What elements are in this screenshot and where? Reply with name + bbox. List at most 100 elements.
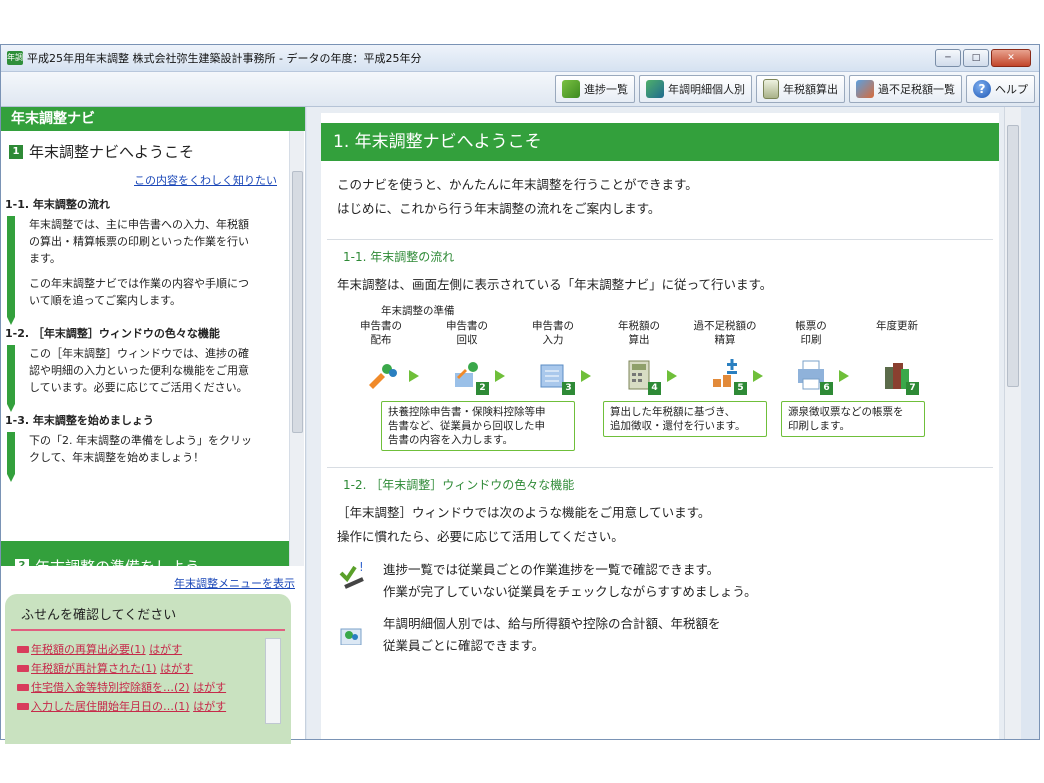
printer-icon: 6: [795, 359, 833, 395]
peel-off-link[interactable]: はがす: [193, 697, 226, 716]
window-controls: ─ □ ✕: [935, 49, 1031, 67]
step-number-badge: 4: [648, 382, 661, 395]
intro-text: このナビを使うと、かんたんに年末調整を行うことができます。: [337, 177, 698, 192]
features-intro: ［年末調整］ウィンドウでは次のような機能をご用意しています。: [337, 505, 711, 520]
sticky-notes-list: 年税額の再算出必要(1) はがす 年税額が再計算された(1) はがす 住宅借入金…: [17, 640, 261, 716]
features-list: ! 進捗一覧では従業員ごとの作業進捗を一覧で確認できます。 作業が完了していない…: [321, 559, 999, 657]
learn-more-link[interactable]: この内容をくわしく知りたい: [1, 172, 289, 188]
show-menu-link[interactable]: 年末調整メニューを表示: [174, 575, 295, 591]
subsection-1-3-body: 下の「2. 年末調整の準備をしよう」をクリックして、年末調整を始めましょう！: [1, 432, 289, 482]
sticky-note-link[interactable]: 年税額の再算出必要(1): [31, 640, 146, 659]
subsection-1-1-title[interactable]: 1-1. 年末調整の流れ: [1, 196, 289, 212]
subsection-text: 下の「2. 年末調整の準備をしよう」をクリックして、年末調整を始めましょう！: [29, 434, 252, 464]
step-label: 申告書の 回収: [446, 320, 488, 346]
minimize-button[interactable]: ─: [935, 49, 961, 67]
content-page: 1. 年末調整ナビへようこそ このナビを使うと、かんたんに年末調整を行うことがで…: [321, 113, 999, 739]
distribute-form-icon: [365, 359, 399, 391]
intro-text: はじめに、これから行う年末調整の流れをご案内します。: [337, 201, 661, 216]
feature-progress: ! 進捗一覧では従業員ごとの作業進捗を一覧で確認できます。 作業が完了していない…: [337, 559, 999, 603]
section-number-badge: 1: [9, 144, 23, 159]
feature-text: 年調明細個人別では、給与所得額や控除の合計額、年税額を: [383, 616, 721, 631]
flow-heading: 1-1. 年末調整の流れ: [327, 239, 993, 265]
subsection-text: 年末調整では、主に申告書への入力、年税額の算出・精算帳票の印刷といった作業を行い…: [29, 218, 249, 265]
individual-details-label: 年調明細個人別: [668, 83, 745, 96]
people-icon: [340, 628, 362, 645]
step-label: 過不足税額の 精算: [693, 320, 757, 346]
green-progress-bar: [7, 432, 15, 482]
body-area: 年末調整ナビ 1 年末調整ナビへようこそ この内容をくわしく知りたい 1-1. …: [1, 107, 1039, 744]
navi-sidebar: 年末調整ナビ 1 年末調整ナビへようこそ この内容をくわしく知りたい 1-1. …: [1, 107, 306, 744]
step-label: 帳票の 印刷: [795, 320, 827, 346]
progress-list-label: 進捗一覧: [584, 83, 628, 96]
help-label: ヘルプ: [995, 83, 1028, 96]
step-number-badge: 5: [734, 382, 747, 395]
subsection-1-2-body: この［年末調整］ウィンドウでは、進捗の確認や明細の入力といった便利な機能をご用意…: [1, 345, 289, 412]
main-scrollbar[interactable]: [1004, 107, 1021, 739]
subsection-1-3-title[interactable]: 1-3. 年末調整を始めましょう: [1, 412, 289, 428]
step-number-badge: 7: [906, 382, 919, 395]
sticky-notes-panel: ふせんを確認してください 年税額の再算出必要(1) はがす 年税額が再計算された…: [5, 594, 291, 744]
sidebar-scrollbar[interactable]: [289, 131, 304, 566]
subsection-1-2-title[interactable]: 1-2. ［年末調整］ウィンドウの色々な機能: [1, 325, 289, 341]
section1-title-text: 年末調整ナビへようこそ: [29, 143, 195, 161]
sticky-tag-icon: [17, 646, 29, 653]
tax-calc-button[interactable]: 年税額算出: [756, 75, 845, 103]
app-window: 年調 平成25年用年末調整 株式会社弥生建築設計事務所 - データの年度：平成2…: [0, 44, 1040, 744]
calculator-icon: [763, 79, 779, 99]
coins-icon: [856, 80, 874, 98]
feature-text: 作業が完了していない従業員をチェックしながらすすめましょう。: [383, 584, 757, 599]
sticky-note-link[interactable]: 住宅借入金等特別控除額を…(2): [31, 678, 190, 697]
section1-title[interactable]: 1 年末調整ナビへようこそ: [1, 131, 289, 162]
app-icon: 年調: [7, 51, 23, 65]
title-bar: 年調 平成25年用年末調整 株式会社弥生建築設計事務所 - データの年度：平成2…: [1, 45, 1039, 72]
peel-off-link[interactable]: はがす: [160, 659, 193, 678]
sticky-note-item: 年税額が再計算された(1) はがす: [17, 659, 261, 678]
tax-difference-list-button[interactable]: 過不足税額一覧: [849, 75, 962, 103]
input-form-icon: 3: [537, 359, 575, 395]
step-number-badge: 2: [476, 382, 489, 395]
sticky-note-item: 年税額の再算出必要(1) はがす: [17, 640, 261, 659]
section2-header[interactable]: 2 年末調整の準備をしよう: [1, 541, 289, 566]
navi-header: 年末調整ナビ: [1, 107, 305, 131]
navi-scroll-area: 1 年末調整ナビへようこそ この内容をくわしく知りたい 1-1. 年末調整の流れ…: [1, 131, 289, 566]
step-number-badge: 3: [562, 382, 575, 395]
people-icon: [646, 80, 664, 98]
toolbar: 進捗一覧 年調明細個人別 年税額算出 過不足税額一覧 ? ヘルプ: [1, 72, 1039, 107]
step-number-badge: 6: [820, 382, 833, 395]
peel-off-link[interactable]: はがす: [193, 678, 226, 697]
sticky-note-link[interactable]: 入力した居住開始年月日の…(1): [31, 697, 190, 716]
flow-text: 年末調整は、画面左側に表示されている「年末調整ナビ」に従って行います。: [337, 277, 773, 292]
flow-arrow-icon: [581, 370, 591, 382]
close-button[interactable]: ✕: [991, 49, 1031, 67]
individual-details-button[interactable]: 年調明細個人別: [639, 75, 752, 103]
sticky-notes-scrollbar[interactable]: [265, 638, 281, 724]
features-heading: 1-2. ［年末調整］ウィンドウの色々な機能: [327, 467, 993, 493]
sticky-tag-icon: [17, 665, 29, 672]
peel-off-link[interactable]: はがす: [149, 640, 182, 659]
progress-check-icon: !: [339, 560, 364, 589]
flow-arrow-icon: [409, 370, 419, 382]
step-label: 年度更新: [876, 320, 918, 332]
progress-list-button[interactable]: 進捗一覧: [555, 75, 635, 103]
main-content-area: 1. 年末調整ナビへようこそ このナビを使うと、かんたんに年末調整を行うことがで…: [307, 107, 1021, 739]
tax-difference-list-label: 過不足税額一覧: [878, 83, 955, 96]
green-progress-bar: [7, 345, 15, 412]
svg-text:!: !: [359, 560, 364, 574]
feature-text: 従業員ごとに確認できます。: [383, 638, 545, 653]
callout-input: 扶養控除申告書・保険料控除等申 告書など、従業員から回収した申 告書の内容を入力…: [381, 401, 575, 451]
progress-check-icon: [562, 80, 580, 98]
tax-calc-label: 年税額算出: [783, 83, 838, 96]
sticky-note-item: 入力した居住開始年月日の…(1) はがす: [17, 697, 261, 716]
flow-arrow-icon: [839, 370, 849, 382]
sticky-note-link[interactable]: 年税額が再計算された(1): [31, 659, 157, 678]
flow-arrow-icon: [495, 370, 505, 382]
maximize-button[interactable]: □: [963, 49, 989, 67]
sticky-note-item: 住宅借入金等特別控除額を…(2) はがす: [17, 678, 261, 697]
callout-print: 源泉徴収票などの帳票を 印刷します。: [781, 401, 925, 437]
scrollbar-thumb[interactable]: [1007, 125, 1019, 387]
prep-label: 年末調整の準備: [381, 305, 455, 317]
help-button[interactable]: ? ヘルプ: [966, 75, 1035, 103]
scrollbar-thumb[interactable]: [292, 171, 303, 433]
features-intro: 操作に慣れたら、必要に応じて活用してください。: [337, 529, 624, 544]
flow-diagram: 年末調整の準備 申告書の 配布 申告書の 回収 申告書の 入力 年税額の 算出 …: [341, 297, 999, 467]
